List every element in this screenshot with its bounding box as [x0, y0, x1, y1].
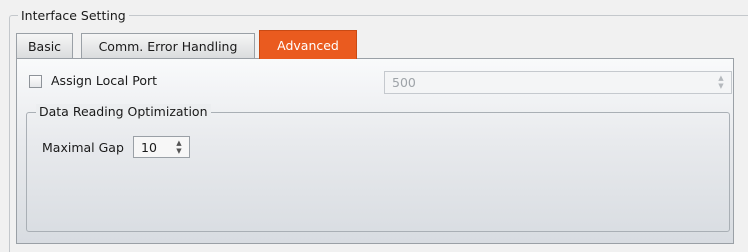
maximal-gap-spin-buttons[interactable]: ▲ ▼ — [175, 140, 183, 155]
tab-advanced-label: Advanced — [277, 37, 339, 53]
assign-local-port-checkbox[interactable] — [29, 75, 42, 88]
spin-down-icon[interactable]: ▼ — [718, 83, 723, 90]
spin-down-icon[interactable]: ▼ — [176, 148, 181, 155]
spin-up-icon[interactable]: ▲ — [718, 75, 723, 82]
maximal-gap-label: Maximal Gap — [42, 140, 124, 155]
maximal-gap-spinbox[interactable]: 10 ▲ ▼ — [133, 136, 190, 158]
tab-comm-error-handling-label: Comm. Error Handling — [98, 38, 238, 54]
data-reading-optimization-title: Data Reading Optimization — [36, 104, 211, 119]
tab-basic[interactable]: Basic — [16, 33, 73, 58]
data-reading-optimization-group — [26, 112, 730, 232]
maximal-gap-value: 10 — [141, 140, 157, 155]
spin-up-icon[interactable]: ▲ — [176, 140, 181, 147]
assign-local-port-label: Assign Local Port — [51, 73, 158, 88]
tab-basic-label: Basic — [27, 38, 62, 54]
interface-setting-title: Interface Setting — [18, 8, 129, 23]
tab-comm-error-handling[interactable]: Comm. Error Handling — [81, 33, 255, 58]
local-port-spinbox[interactable]: 500 ▲ ▼ — [384, 71, 732, 94]
local-port-value: 500 — [392, 75, 416, 90]
local-port-spin-buttons[interactable]: ▲ ▼ — [717, 75, 725, 90]
tab-advanced[interactable]: Advanced — [259, 30, 357, 59]
